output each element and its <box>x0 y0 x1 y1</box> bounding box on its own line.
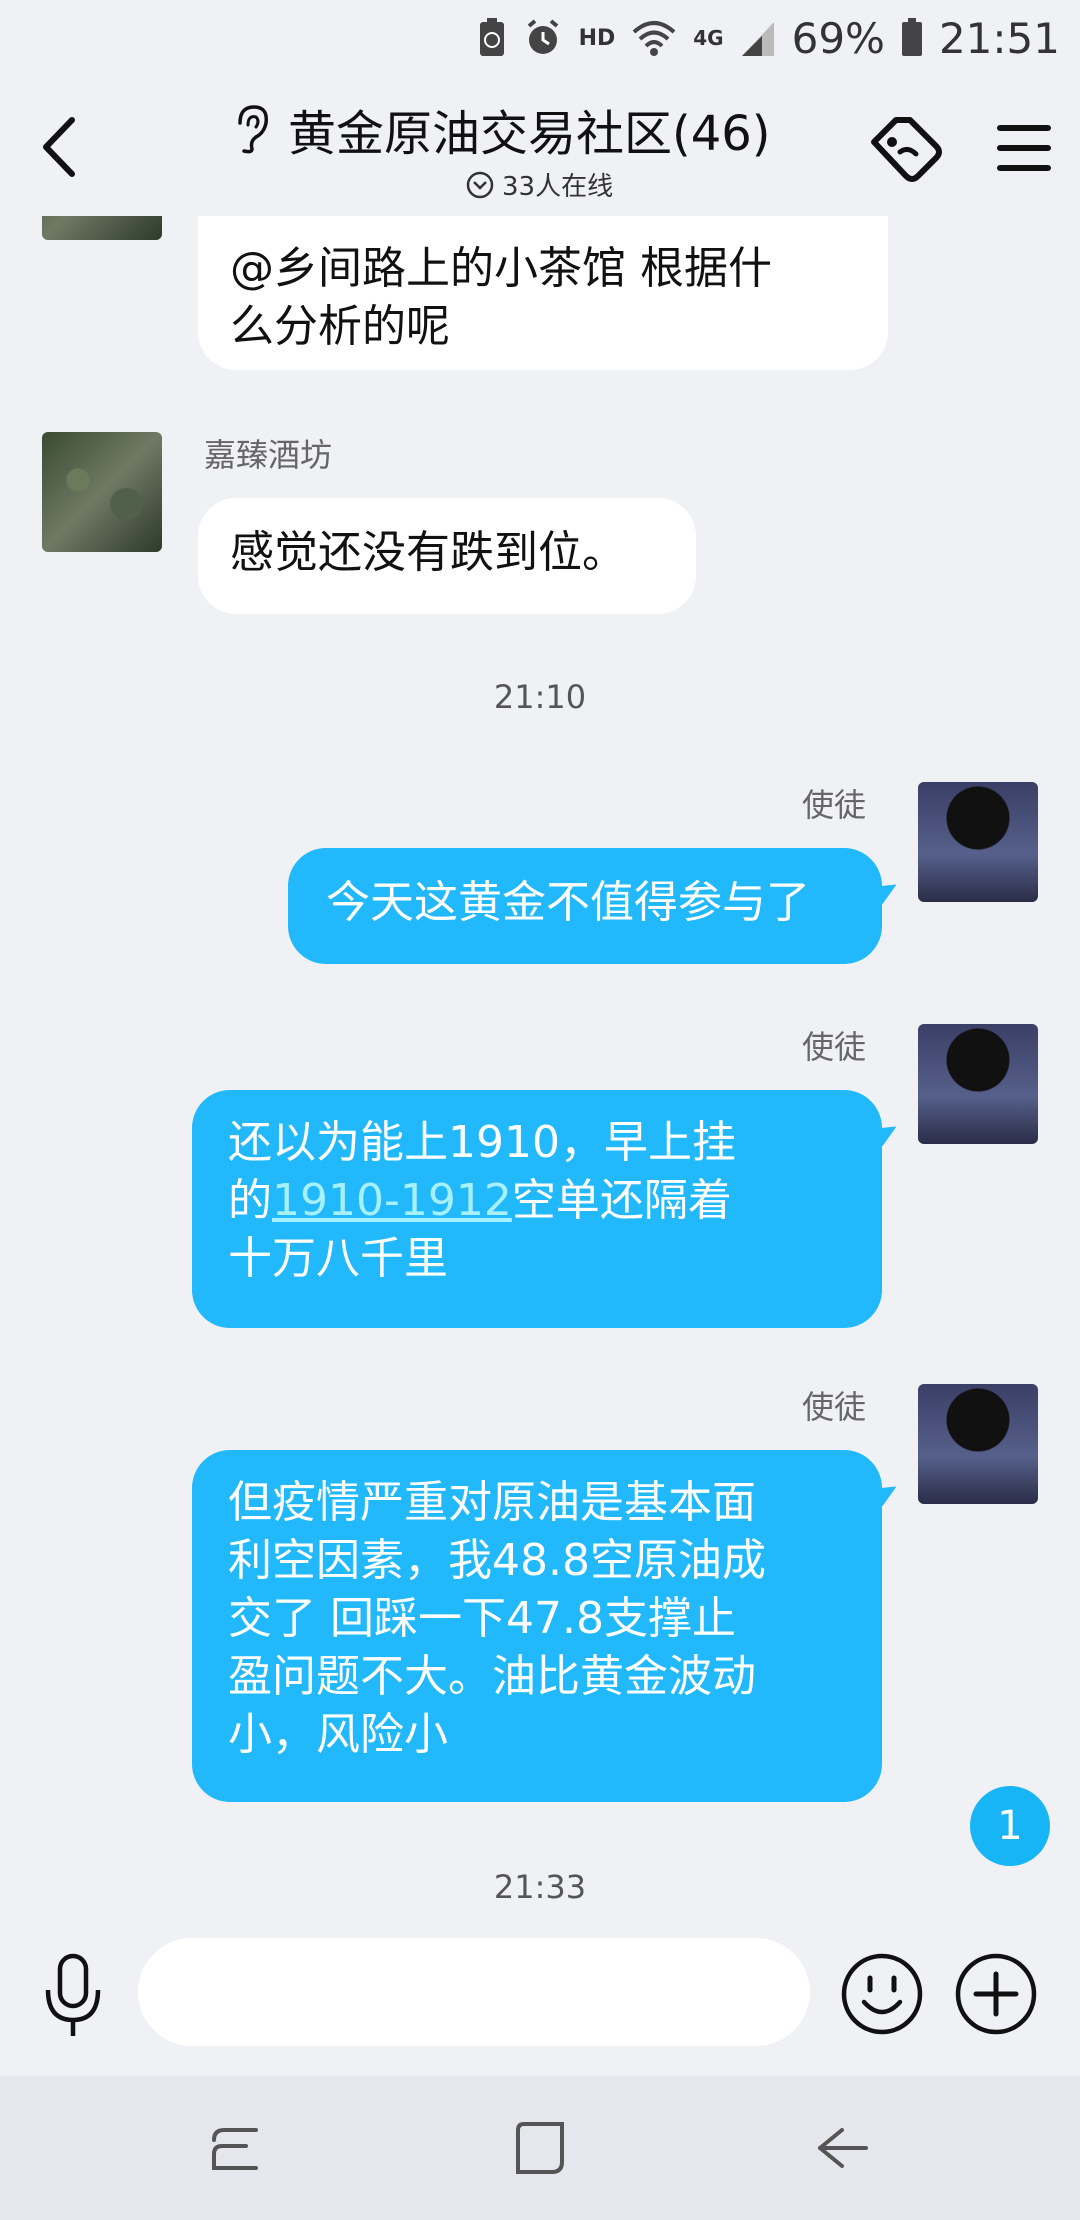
unread-count: 1 <box>997 1803 1023 1849</box>
message-bubble-incoming[interactable]: 感觉还没有跌到位。 <box>198 498 696 614</box>
message-line: 利空因素，我48.8空原油成 <box>228 1535 766 1586</box>
status-icons: HD 4G 69% 21:51 <box>477 10 1060 66</box>
back-nav-button[interactable] <box>812 2118 872 2178</box>
battery-icon <box>901 18 922 56</box>
timestamp: 21:33 <box>493 1868 587 1906</box>
sender-name: 使徒 <box>802 1388 867 1426</box>
bubble-tail <box>872 1477 902 1507</box>
recents-icon <box>212 2128 258 2170</box>
menu-button[interactable] <box>996 120 1052 176</box>
avatar[interactable] <box>42 216 162 240</box>
microphone-icon <box>45 1953 101 2036</box>
chat-title: 黄金原油交易社区(46) <box>288 106 771 162</box>
chat-header: 黄金原油交易社区(46) 33人在线 <box>0 76 1080 216</box>
message-line: 么分析的呢 <box>230 301 450 352</box>
avatar[interactable] <box>918 782 1038 902</box>
message-bubble-outgoing[interactable]: 今天这黄金不值得参与了 <box>288 848 902 964</box>
message-text: 感觉还没有跌到位。 <box>230 527 626 578</box>
avatar[interactable] <box>918 1384 1038 1504</box>
clock: 21:51 <box>938 13 1060 63</box>
message-line: 的1910-1912空单还隔着 <box>228 1172 846 1230</box>
message-input[interactable] <box>138 1938 810 2046</box>
chevron-down-circle-icon <box>466 171 494 198</box>
title-area[interactable]: 黄金原油交易社区(46) <box>230 94 771 164</box>
voice-button[interactable] <box>40 1950 106 2040</box>
sender-name: 嘉臻酒坊 <box>204 436 333 474</box>
sender-name: 使徒 <box>802 1028 867 1066</box>
online-status[interactable]: 33人在线 <box>466 166 613 203</box>
avatar[interactable] <box>918 1024 1038 1144</box>
online-count: 33人在线 <box>502 172 614 202</box>
message-link[interactable]: 1910-1912 <box>272 1175 512 1226</box>
avatar[interactable] <box>42 432 162 552</box>
status-bar: HD 4G 69% 21:51 <box>0 0 1080 76</box>
battery-percent: 69% <box>791 13 885 63</box>
chevron-left-icon <box>43 117 75 177</box>
message-line: 小，风险小 <box>228 1709 448 1760</box>
chat-area[interactable]: @乡间路上的小茶馆 根据什 么分析的呢 嘉臻酒坊 感觉还没有跌到位。 21:10… <box>0 216 1080 1920</box>
message-line: @乡间路上的小茶馆 根据什 <box>230 243 772 294</box>
signal-icon <box>741 22 774 56</box>
input-bar <box>0 1920 1080 2080</box>
message-line: 但疫情严重对原油是基本面 <box>228 1477 756 1528</box>
recycle-notification-icon <box>479 18 504 56</box>
message-line: 十万八千里 <box>228 1233 448 1284</box>
alarm-icon <box>527 19 558 54</box>
menu-icon <box>997 125 1051 171</box>
plus-circle-icon <box>955 1953 1037 2035</box>
home-button[interactable] <box>510 2118 570 2178</box>
message-line: 盈问题不大。油比黄金波动 <box>228 1651 756 1702</box>
emoji-button[interactable] <box>840 1952 924 2036</box>
message-text: 空单还隔着 <box>511 1175 732 1226</box>
message-text: 今天这黄金不值得参与了 <box>326 877 810 928</box>
sender-name: 使徒 <box>802 786 867 824</box>
message-bubble-outgoing[interactable]: 还以为能上1910，早上挂 的1910-1912空单还隔着 十万八千里 <box>192 1090 902 1328</box>
message-text: 的 <box>228 1175 272 1226</box>
wifi-icon <box>632 21 676 56</box>
message-line: 交了 回踩一下47.8支撑止 <box>228 1593 736 1644</box>
tag-icon <box>871 117 942 182</box>
bubble-tail <box>872 1117 902 1147</box>
network-type-label: 4G <box>693 26 724 50</box>
home-icon <box>516 2122 564 2174</box>
emoji-icon <box>841 1953 923 2035</box>
message-bubble-outgoing[interactable]: 但疫情严重对原油是基本面 利空因素，我48.8空原油成 交了 回踩一下47.8支… <box>192 1450 902 1802</box>
tag-button[interactable] <box>866 112 946 192</box>
message-bubble-incoming[interactable]: @乡间路上的小茶馆 根据什 么分析的呢 <box>198 216 888 370</box>
ear-icon <box>238 105 268 154</box>
timestamp: 21:10 <box>493 678 587 716</box>
recents-button[interactable] <box>206 2118 266 2178</box>
bubble-tail <box>872 875 902 905</box>
system-nav-bar <box>0 2076 1080 2220</box>
add-button[interactable] <box>954 1952 1038 2036</box>
hd-label: HD <box>578 25 616 51</box>
unread-badge[interactable]: 1 <box>970 1786 1050 1866</box>
message-line: 还以为能上1910，早上挂 <box>228 1117 736 1168</box>
back-button[interactable] <box>36 112 86 182</box>
back-arrow-icon <box>818 2128 868 2168</box>
